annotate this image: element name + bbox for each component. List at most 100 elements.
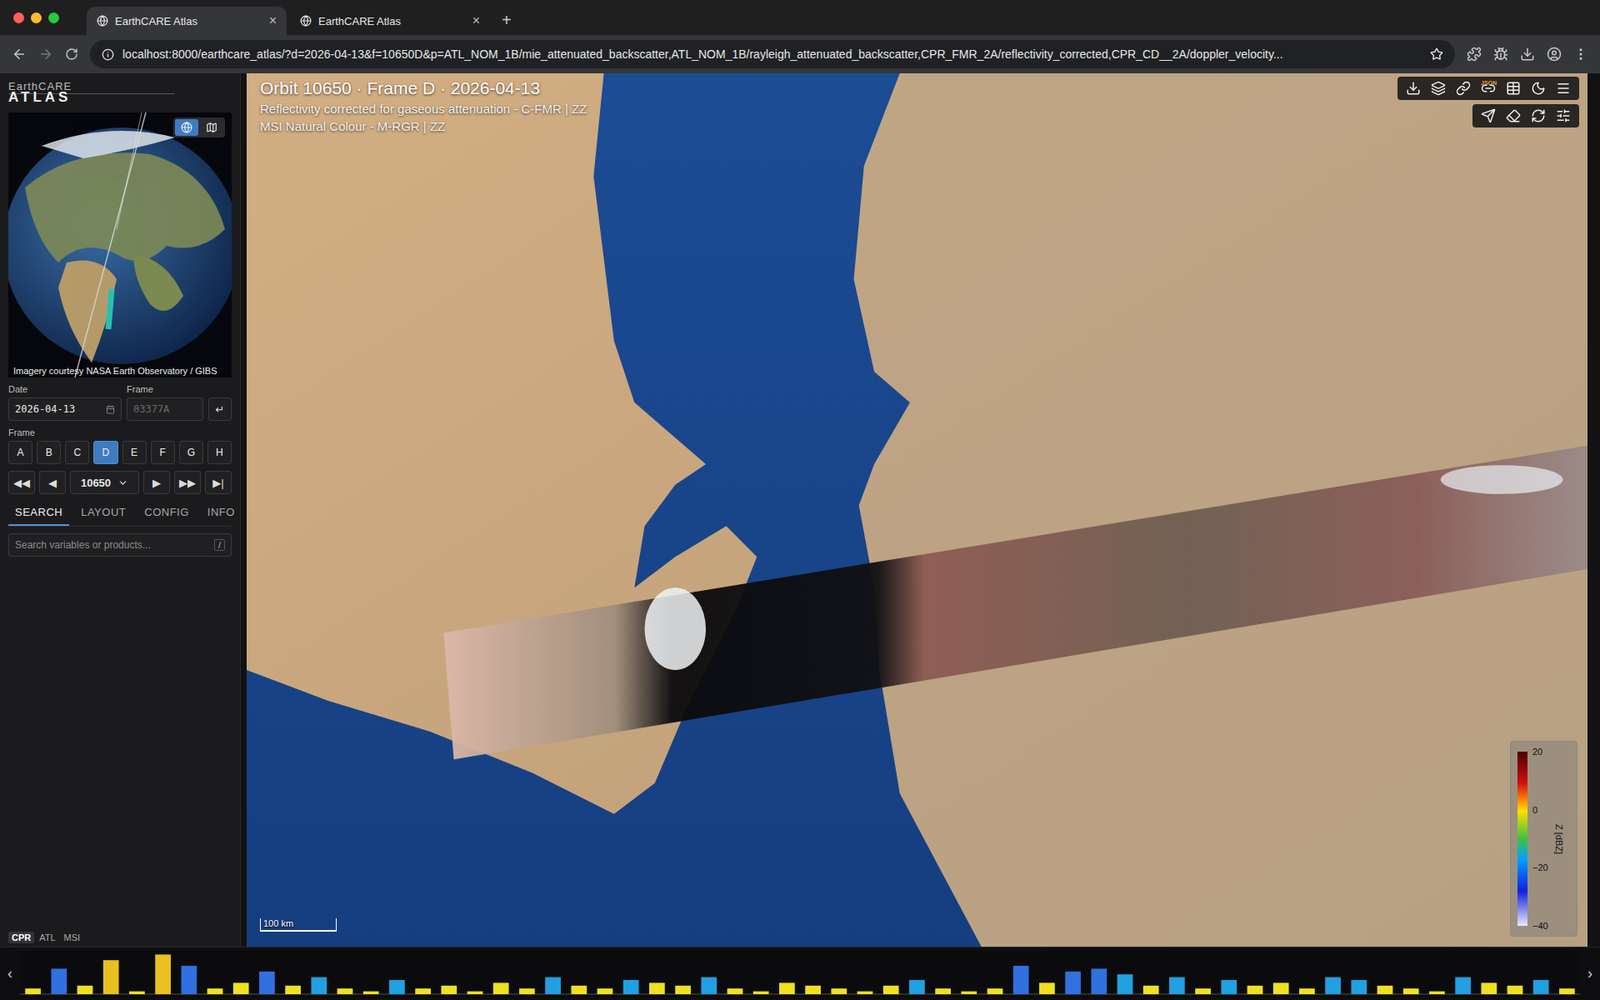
curtain-chart[interactable] [20,950,1580,998]
tick: −40 [1532,920,1549,931]
satellite-map [246,73,1588,947]
tab-close[interactable]: × [472,13,480,29]
frame-button[interactable]: B [36,440,61,465]
downloads-icon[interactable] [1520,46,1535,62]
refresh-icon[interactable] [1530,108,1546,124]
sidebar-tab[interactable]: SEARCH [8,500,70,526]
address-row: localhost:8000/earthcare_atlas/?d=2026-0… [0,35,1600,74]
browser-tab[interactable]: EarthCARE Atlas × [290,6,490,35]
color-ramp [1517,751,1528,926]
colorbar-ticks: 200−20−40 [1532,746,1549,931]
browser-tab[interactable]: EarthCARE Atlas× [86,6,287,35]
go-button[interactable]: ↵ [208,397,232,421]
curtain-bar [623,980,640,995]
curtain-bar [415,988,431,995]
frame-button[interactable]: F [150,440,175,465]
curtain-bar [155,954,171,995]
sliders-icon[interactable] [1555,108,1571,124]
sidebar-tab[interactable]: CONFIG [137,500,196,526]
nav-button[interactable]: ▶▶ [174,470,201,495]
curtain-bar [830,988,847,995]
curtain-bar [753,990,770,994]
menu-icon[interactable] [1555,80,1571,96]
curtain-bar [570,985,587,994]
curtain-bar [1533,980,1550,995]
colorbar-label: Z [dBZ] [1553,751,1565,926]
address-bar[interactable]: localhost:8000/earthcare_atlas/?d=2026-0… [90,40,1455,69]
curtain-bar [1247,985,1264,994]
globe-view[interactable]: Imagery courtesy NASA Earth Observatory … [8,112,232,378]
nav-button[interactable]: ◀ [39,470,66,495]
curtain-bar [1090,968,1107,995]
curtain-bar [285,985,301,994]
curtain-bar [25,988,41,995]
curtain-bar [77,985,94,994]
curtain-strip: ‹› [0,946,1600,1000]
frame-input[interactable]: 03377A [126,397,204,421]
favicon-icon [300,15,312,27]
back-icon[interactable] [11,46,27,62]
map-view[interactable]: Orbit 10650 · Frame D · 2026-04-13 Reflec… [246,73,1588,947]
reload-icon[interactable] [65,47,79,61]
layers-icon[interactable] [1430,80,1446,96]
info-icon[interactable] [101,48,115,61]
new-tab-button[interactable]: + [493,10,520,35]
curtain-bar [363,990,380,994]
curtain-bar [1273,982,1290,995]
calendar-icon[interactable] [105,405,115,415]
extensions-icon[interactable] [1466,46,1482,62]
zoom-dot[interactable] [48,12,60,24]
close-dot[interactable] [13,12,25,24]
tab-close[interactable]: × [269,13,277,29]
curtain-bar [1507,985,1524,994]
frame-button[interactable]: G [179,440,204,465]
download-icon[interactable] [1405,80,1421,96]
view-button[interactable] [175,119,199,136]
grid-icon[interactable] [1505,80,1521,96]
curtain-bar [310,976,327,994]
curtain-tab[interactable]: MSI [60,931,85,944]
url-text: localhost:8000/earthcare_atlas/?d=2026-0… [122,47,1284,61]
frame-button[interactable]: A [8,440,33,465]
tick: −20 [1532,862,1549,873]
curtain-bar [467,990,484,994]
curtain-bar [597,988,614,995]
forward-icon[interactable] [38,46,54,62]
sidebar-tab[interactable]: INFO [200,500,242,526]
nav-button[interactable]: ▶| [205,470,232,495]
tab-strip: EarthCARE Atlas×EarthCARE Atlas×+ [0,0,1600,35]
nav-button[interactable]: ▶ [143,470,170,495]
frame-button[interactable]: C [65,440,90,465]
devtools-icon[interactable] [1493,46,1509,62]
sidebar-tabs: SEARCHLAYOUTCONFIGINFO [8,500,232,527]
sidebar-tab[interactable]: LAYOUT [74,500,133,526]
tab-title: EarthCARE Atlas [318,15,466,28]
date-input[interactable]: 2026-04-13 [8,397,122,421]
orbit-select[interactable]: 10650 [70,470,140,495]
curtain-next[interactable]: › [1585,965,1595,983]
frame-button[interactable]: E [122,440,147,465]
layer-label: Reflectivity corrected for gaseous atten… [260,101,587,116]
menu-icon[interactable] [1573,46,1589,62]
curtain-tab[interactable]: ATL [35,931,59,944]
curtain-bar [1195,988,1211,995]
map-legend-text: Orbit 10650 · Frame D · 2026-04-13 Reflec… [260,78,587,134]
minimize-dot[interactable] [30,12,42,24]
curtain-prev[interactable]: ‹ [5,965,15,983]
link-icon[interactable] [1455,80,1471,96]
bookmark-icon[interactable] [1430,47,1444,61]
globe-icon [8,112,232,378]
frame-label: Frame [126,384,204,395]
nav-button[interactable]: ◀◀ [8,470,35,495]
moon-icon[interactable] [1530,80,1546,96]
eraser-icon[interactable] [1505,108,1521,124]
navigate-icon[interactable] [1480,108,1496,124]
colorbar: 200−20−40Z [dBZ] [1510,740,1578,937]
search-input[interactable]: Search variables or products.../ [8,533,232,557]
frame-button[interactable]: H [207,440,232,465]
view-button[interactable] [200,119,224,136]
map-title: Orbit 10650 · Frame D · 2026-04-13 [260,78,587,99]
curtain-tab[interactable]: CPR [8,931,35,944]
frame-button[interactable]: D [93,440,118,465]
profile-icon[interactable] [1546,46,1562,62]
